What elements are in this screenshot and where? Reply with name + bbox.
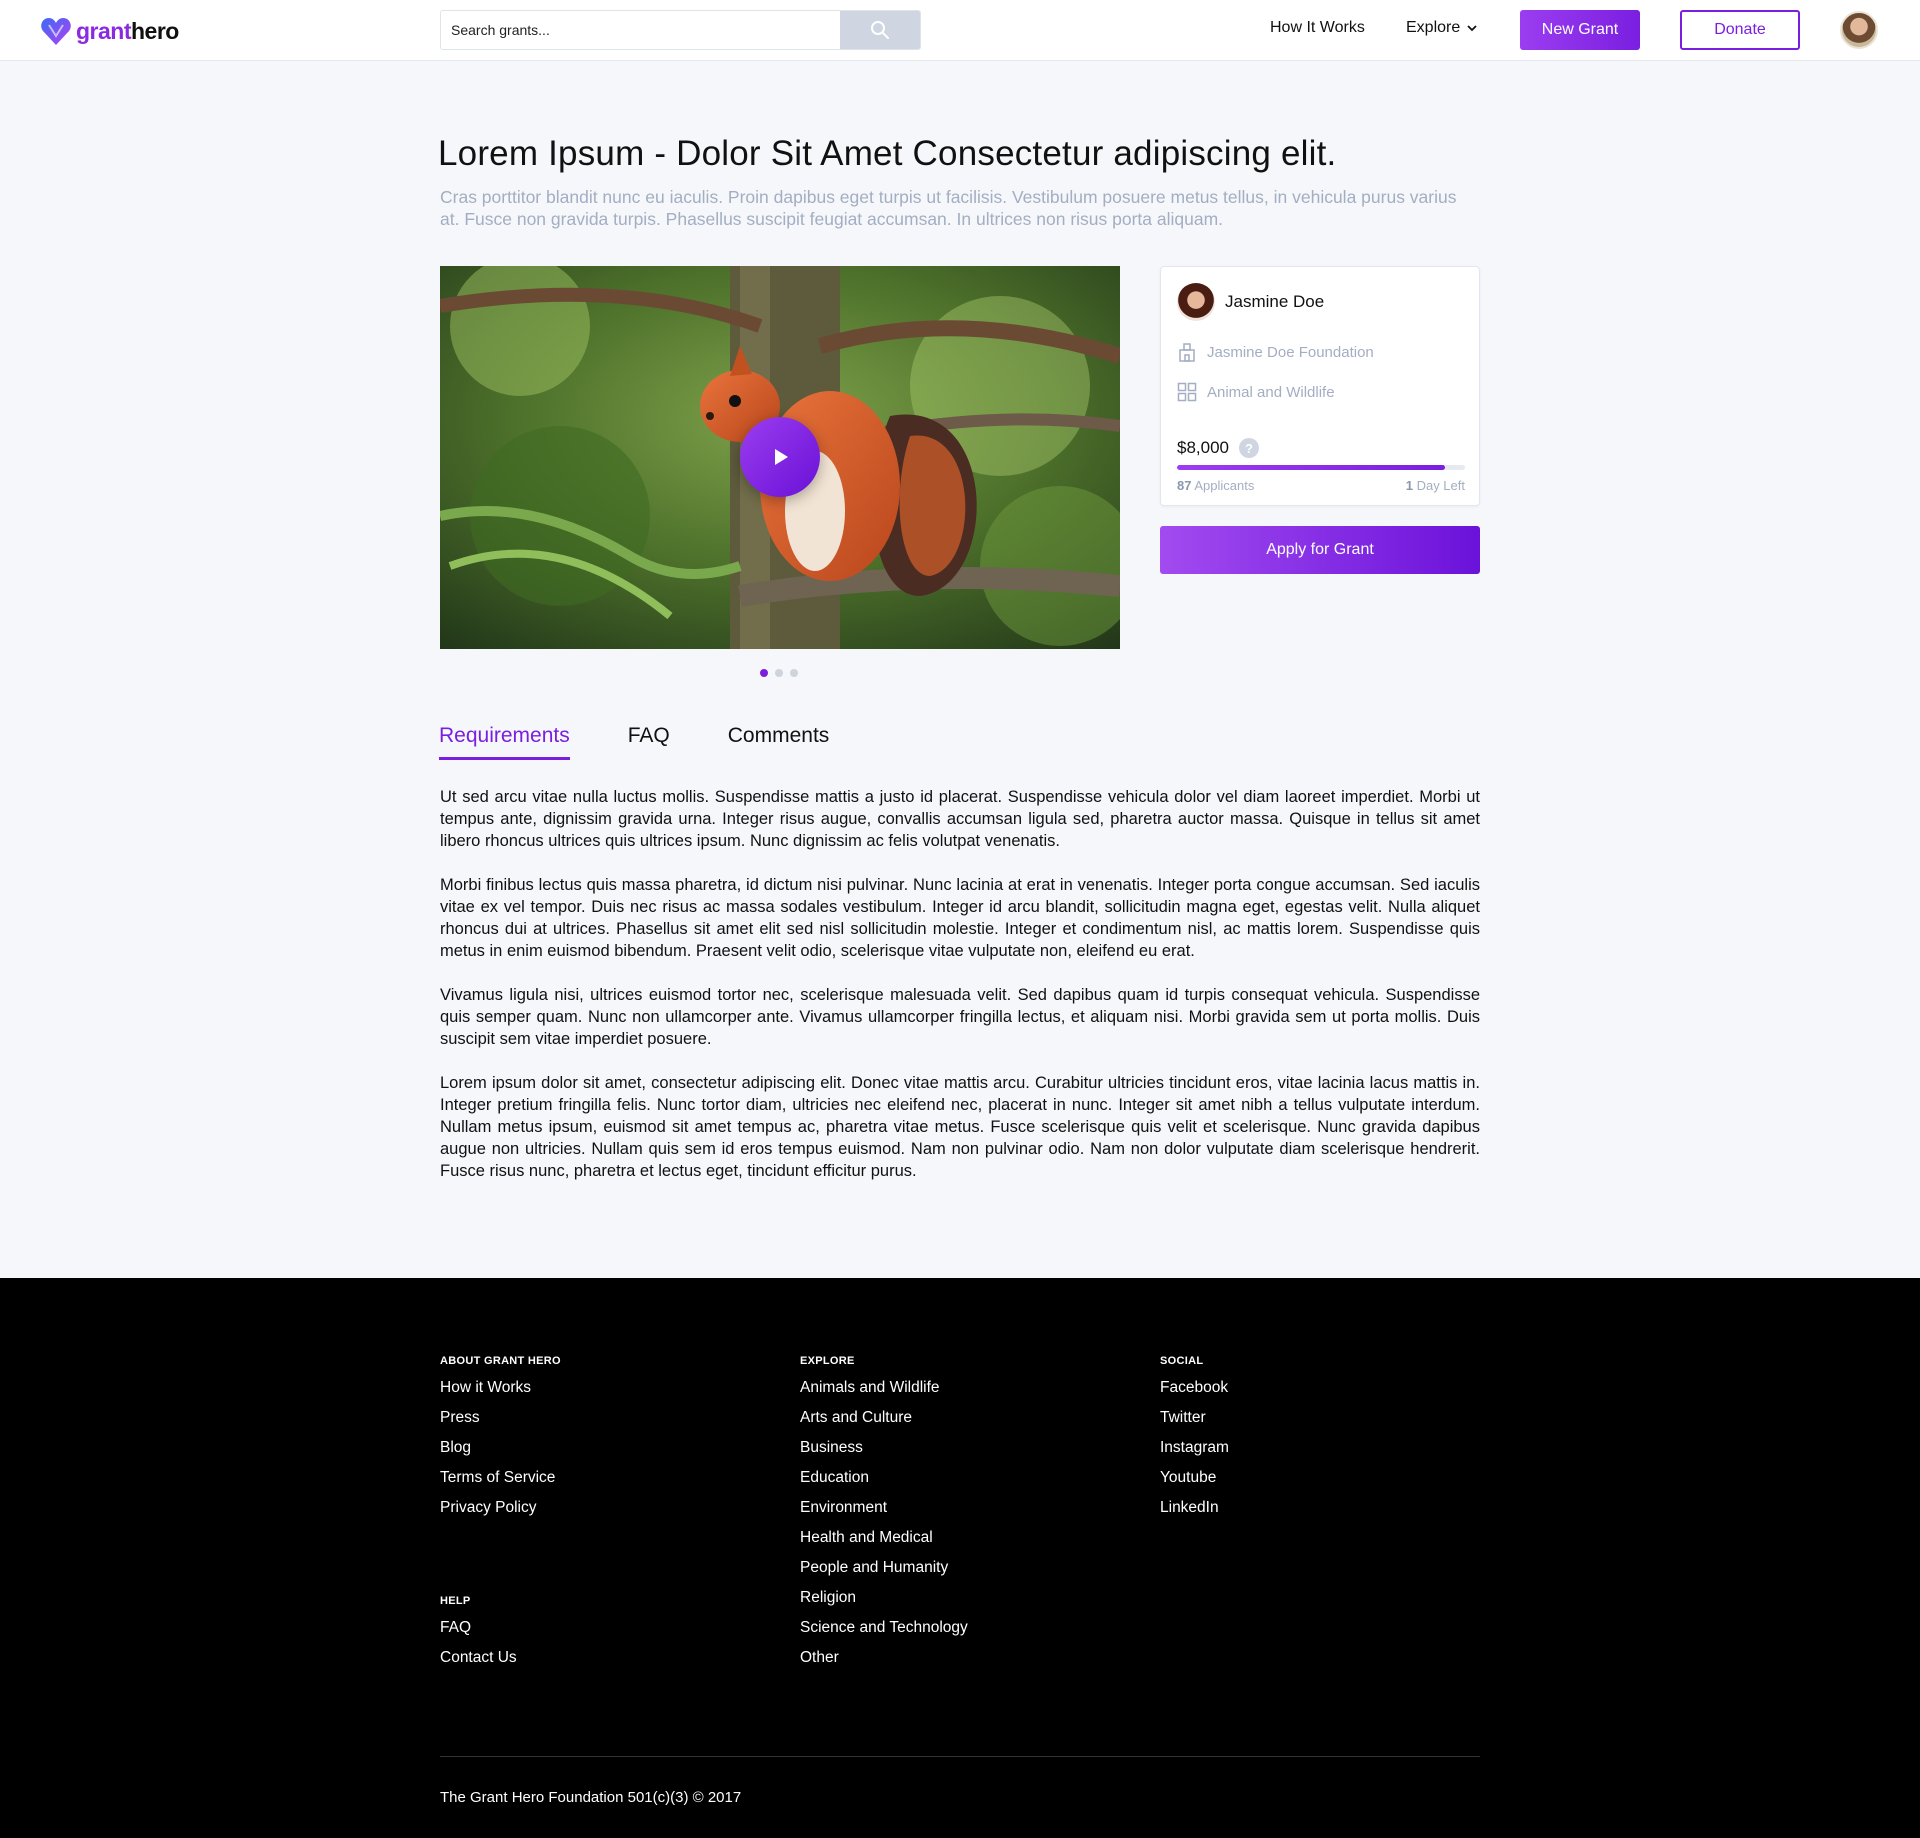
footer-link-instagram[interactable]: Instagram — [1160, 1438, 1229, 1468]
tab-comments[interactable]: Comments — [728, 724, 830, 760]
footer-link-linkedin[interactable]: LinkedIn — [1160, 1498, 1229, 1528]
footer-link-environment[interactable]: Environment — [800, 1498, 968, 1528]
search-input[interactable] — [441, 11, 840, 49]
footer-link-animals[interactable]: Animals and Wildlife — [800, 1378, 968, 1408]
organization-name: Jasmine Doe Foundation — [1207, 343, 1374, 361]
category-name: Animal and Wildlife — [1207, 383, 1335, 401]
footer-explore-heading: EXPLORE — [800, 1355, 855, 1367]
carousel-dots — [760, 669, 798, 677]
nav-how-it-works[interactable]: How It Works — [1270, 19, 1365, 37]
search-bar — [440, 10, 921, 50]
logo-word-grant: grant — [76, 17, 132, 44]
apply-for-grant-button[interactable]: Apply for Grant — [1160, 526, 1480, 574]
requirements-paragraph: Vivamus ligula nisi, ultrices euismod to… — [440, 986, 1480, 1048]
grant-amount: $8,000 — [1177, 438, 1229, 457]
footer-link-other[interactable]: Other — [800, 1648, 968, 1678]
applicants-label: Applicants — [1194, 478, 1255, 493]
requirements-paragraph: Ut sed arcu vitae nulla luctus mollis. S… — [440, 788, 1480, 850]
new-grant-button[interactable]: New Grant — [1520, 10, 1640, 50]
donate-button[interactable]: Donate — [1680, 10, 1800, 50]
grant-video[interactable] — [440, 266, 1120, 649]
help-icon[interactable]: ? — [1239, 438, 1259, 458]
nav-explore-label: Explore — [1406, 19, 1461, 36]
tab-requirements[interactable]: Requirements — [439, 724, 570, 760]
applicants-count: 87 — [1177, 478, 1192, 493]
days-left-count: 1 — [1405, 478, 1413, 493]
footer-link-people[interactable]: People and Humanity — [800, 1558, 968, 1588]
footer-link-twitter[interactable]: Twitter — [1160, 1408, 1229, 1438]
footer-about-column: ABOUT GRANT HERO How it Works Press Blog… — [440, 1355, 561, 1528]
footer-about-heading: ABOUT GRANT HERO — [440, 1355, 561, 1367]
grant-title: Lorem Ipsum - Dolor Sit Amet Consectetur… — [438, 134, 1337, 173]
footer-link-science[interactable]: Science and Technology — [800, 1618, 968, 1648]
days-left-label: Day Left — [1416, 478, 1465, 493]
chevron-down-icon — [1467, 25, 1477, 32]
carousel-dot-2[interactable] — [775, 669, 783, 677]
grant-stats: 87 Applicants 1 Day Left — [1177, 478, 1465, 493]
requirements-paragraph: Morbi finibus lectus quis massa pharetra… — [440, 876, 1480, 960]
requirements-paragraph: Lorem ipsum dolor sit amet, consectetur … — [440, 1074, 1480, 1180]
search-button[interactable] — [840, 11, 920, 49]
logo-word-hero: hero — [131, 17, 179, 44]
grant-organization[interactable]: Jasmine Doe Foundation — [1177, 342, 1374, 362]
footer-link-contact[interactable]: Contact Us — [440, 1648, 517, 1678]
funding-progress-fill — [1177, 465, 1445, 470]
carousel-dot-1[interactable] — [760, 669, 768, 677]
footer-social-heading: SOCIAL — [1160, 1355, 1204, 1367]
user-avatar[interactable] — [1840, 11, 1878, 49]
footer-link-terms[interactable]: Terms of Service — [440, 1468, 561, 1498]
funding-progress-bar — [1177, 465, 1465, 470]
footer-link-privacy[interactable]: Privacy Policy — [440, 1498, 561, 1528]
footer-link-youtube[interactable]: Youtube — [1160, 1468, 1229, 1498]
grant-amount-row: $8,000 ? — [1177, 438, 1259, 458]
building-icon — [1179, 343, 1195, 362]
footer-explore-column: EXPLORE Animals and Wildlife Arts and Cu… — [800, 1355, 968, 1678]
footer-social-column: SOCIAL Facebook Twitter Instagram Youtub… — [1160, 1355, 1229, 1528]
footer-link-health[interactable]: Health and Medical — [800, 1528, 968, 1558]
owner-name: Jasmine Doe — [1225, 292, 1325, 311]
footer-help-heading: HELP — [440, 1595, 471, 1607]
footer-link-faq[interactable]: FAQ — [440, 1618, 517, 1648]
footer-link-religion[interactable]: Religion — [800, 1588, 968, 1618]
footer-help-column: HELP FAQ Contact Us — [440, 1595, 517, 1678]
footer-link-how-it-works[interactable]: How it Works — [440, 1378, 561, 1408]
grant-category[interactable]: Animal and Wildlife — [1177, 382, 1335, 402]
grant-info-card: Jasmine Doe Jasmine Doe Foundation Anima… — [1160, 266, 1480, 506]
requirements-content: Ut sed arcu vitae nulla luctus mollis. S… — [440, 786, 1480, 1204]
search-icon — [871, 21, 889, 39]
applicants-stat: 87 Applicants — [1177, 478, 1254, 493]
tab-faq[interactable]: FAQ — [628, 724, 670, 760]
footer-copyright: The Grant Hero Foundation 501(c)(3) © 20… — [440, 1789, 742, 1806]
heart-logo-icon — [41, 18, 71, 45]
play-button[interactable] — [740, 417, 820, 497]
play-icon — [775, 449, 788, 465]
carousel-dot-3[interactable] — [790, 669, 798, 677]
site-footer: ABOUT GRANT HERO How it Works Press Blog… — [0, 1278, 1920, 1838]
content-tabs: Requirements FAQ Comments — [439, 724, 829, 760]
footer-link-press[interactable]: Press — [440, 1408, 561, 1438]
footer-divider — [440, 1756, 1480, 1757]
days-left-stat: 1 Day Left — [1406, 478, 1465, 493]
granthero-logo[interactable]: granthero — [40, 15, 179, 47]
footer-link-facebook[interactable]: Facebook — [1160, 1378, 1229, 1408]
top-nav: granthero How It Works Explore New Grant… — [0, 0, 1920, 61]
footer-link-education[interactable]: Education — [800, 1468, 968, 1498]
logo-wordmark: granthero — [76, 18, 179, 45]
footer-link-arts[interactable]: Arts and Culture — [800, 1408, 968, 1438]
footer-link-blog[interactable]: Blog — [440, 1438, 561, 1468]
footer-link-business[interactable]: Business — [800, 1438, 968, 1468]
grid-icon — [1177, 382, 1197, 402]
grant-owner[interactable]: Jasmine Doe — [1177, 283, 1324, 321]
owner-avatar — [1177, 283, 1215, 321]
nav-explore-dropdown[interactable]: Explore — [1406, 19, 1478, 37]
grant-subtitle: Cras porttitor blandit nunc eu iaculis. … — [440, 187, 1457, 229]
